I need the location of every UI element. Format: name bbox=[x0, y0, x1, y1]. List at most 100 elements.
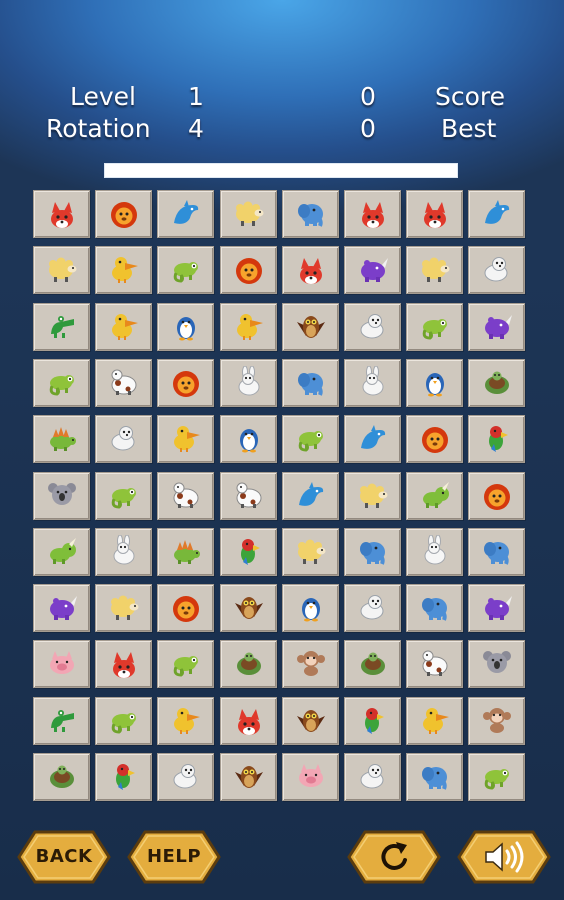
tile-rhino[interactable] bbox=[344, 246, 401, 294]
tile-cow[interactable] bbox=[406, 640, 463, 688]
tile-penguin[interactable] bbox=[157, 303, 214, 351]
tile-fox[interactable] bbox=[282, 246, 339, 294]
rhino-icon bbox=[485, 596, 512, 620]
tile-parrot[interactable] bbox=[344, 697, 401, 745]
tile-sheep[interactable] bbox=[220, 190, 277, 238]
tile-stegosaurus[interactable] bbox=[33, 415, 90, 463]
tile-monkey[interactable] bbox=[468, 697, 525, 745]
tile-seal[interactable] bbox=[344, 753, 401, 801]
tile-koala[interactable] bbox=[468, 640, 525, 688]
tile-rabbit[interactable] bbox=[95, 528, 152, 576]
tile-sheep[interactable] bbox=[95, 584, 152, 632]
tile-lion[interactable] bbox=[95, 190, 152, 238]
tile-chameleon[interactable] bbox=[95, 697, 152, 745]
tile-lion[interactable] bbox=[406, 415, 463, 463]
tile-elephant[interactable] bbox=[406, 753, 463, 801]
tile-monkey[interactable] bbox=[282, 640, 339, 688]
chameleon-icon bbox=[173, 262, 198, 283]
tile-owl[interactable] bbox=[220, 753, 277, 801]
tile-elephant[interactable] bbox=[406, 584, 463, 632]
tile-penguin[interactable] bbox=[406, 359, 463, 407]
tile-fox[interactable] bbox=[95, 640, 152, 688]
tile-penguin[interactable] bbox=[220, 415, 277, 463]
tile-dolphin[interactable] bbox=[157, 190, 214, 238]
tile-rabbit[interactable] bbox=[406, 528, 463, 576]
tile-rhino[interactable] bbox=[468, 303, 525, 351]
tile-sheep[interactable] bbox=[282, 528, 339, 576]
sound-button[interactable] bbox=[456, 829, 552, 885]
tile-pig[interactable] bbox=[282, 753, 339, 801]
tile-triceratops[interactable] bbox=[33, 528, 90, 576]
tile-parrot[interactable] bbox=[468, 415, 525, 463]
owl-icon bbox=[235, 766, 263, 788]
tile-crocodile[interactable] bbox=[33, 697, 90, 745]
tile-fox[interactable] bbox=[220, 697, 277, 745]
tile-dolphin[interactable] bbox=[468, 190, 525, 238]
tile-pelican[interactable] bbox=[95, 246, 152, 294]
tile-cow[interactable] bbox=[220, 472, 277, 520]
tile-rabbit[interactable] bbox=[344, 359, 401, 407]
tile-lion[interactable] bbox=[157, 584, 214, 632]
tile-pelican[interactable] bbox=[157, 415, 214, 463]
tile-penguin[interactable] bbox=[282, 584, 339, 632]
tile-elephant[interactable] bbox=[282, 359, 339, 407]
tile-fox[interactable] bbox=[406, 190, 463, 238]
tile-pelican[interactable] bbox=[157, 697, 214, 745]
tile-dolphin[interactable] bbox=[282, 472, 339, 520]
tile-chameleon[interactable] bbox=[33, 359, 90, 407]
tile-pelican[interactable] bbox=[406, 697, 463, 745]
tile-seal[interactable] bbox=[344, 303, 401, 351]
tile-rhino[interactable] bbox=[33, 584, 90, 632]
tile-parrot[interactable] bbox=[95, 753, 152, 801]
tile-chameleon[interactable] bbox=[157, 246, 214, 294]
tile-cow[interactable] bbox=[157, 472, 214, 520]
restart-button[interactable] bbox=[346, 829, 442, 885]
tile-cow[interactable] bbox=[95, 359, 152, 407]
tile-crocodile[interactable] bbox=[33, 303, 90, 351]
tile-elephant[interactable] bbox=[282, 190, 339, 238]
tile-pelican[interactable] bbox=[220, 303, 277, 351]
tile-owl[interactable] bbox=[282, 697, 339, 745]
tile-koala[interactable] bbox=[33, 472, 90, 520]
tile-sheep[interactable] bbox=[406, 246, 463, 294]
tile-seal[interactable] bbox=[157, 753, 214, 801]
tile-seal[interactable] bbox=[468, 246, 525, 294]
tile-parrot[interactable] bbox=[220, 528, 277, 576]
tile-chameleon[interactable] bbox=[468, 753, 525, 801]
pelican-icon bbox=[237, 314, 263, 340]
tile-lion[interactable] bbox=[468, 472, 525, 520]
tile-seal[interactable] bbox=[344, 584, 401, 632]
tile-rabbit[interactable] bbox=[220, 359, 277, 407]
pelican-icon bbox=[112, 257, 138, 283]
tile-chameleon[interactable] bbox=[157, 640, 214, 688]
tile-fox[interactable] bbox=[344, 190, 401, 238]
tile-owl[interactable] bbox=[282, 303, 339, 351]
elephant-icon bbox=[298, 373, 323, 396]
tile-turtle[interactable] bbox=[468, 359, 525, 407]
rabbit-icon bbox=[424, 535, 446, 565]
tile-turtle[interactable] bbox=[33, 753, 90, 801]
tile-chameleon[interactable] bbox=[95, 472, 152, 520]
tile-pelican[interactable] bbox=[95, 303, 152, 351]
tile-chameleon[interactable] bbox=[282, 415, 339, 463]
tile-fox[interactable] bbox=[33, 190, 90, 238]
tile-turtle[interactable] bbox=[220, 640, 277, 688]
tile-seal[interactable] bbox=[95, 415, 152, 463]
tile-owl[interactable] bbox=[220, 584, 277, 632]
turtle-icon bbox=[50, 765, 74, 788]
tile-sheep[interactable] bbox=[344, 472, 401, 520]
tile-elephant[interactable] bbox=[344, 528, 401, 576]
tile-lion[interactable] bbox=[220, 246, 277, 294]
tile-triceratops[interactable] bbox=[406, 472, 463, 520]
tile-elephant[interactable] bbox=[468, 528, 525, 576]
tile-sheep[interactable] bbox=[33, 246, 90, 294]
tile-pig[interactable] bbox=[33, 640, 90, 688]
tile-chameleon[interactable] bbox=[406, 303, 463, 351]
back-button[interactable]: BACK bbox=[16, 829, 112, 885]
tile-stegosaurus[interactable] bbox=[157, 528, 214, 576]
help-button[interactable]: HELP bbox=[126, 829, 222, 885]
tile-lion[interactable] bbox=[157, 359, 214, 407]
tile-turtle[interactable] bbox=[344, 640, 401, 688]
tile-dolphin[interactable] bbox=[344, 415, 401, 463]
tile-rhino[interactable] bbox=[468, 584, 525, 632]
